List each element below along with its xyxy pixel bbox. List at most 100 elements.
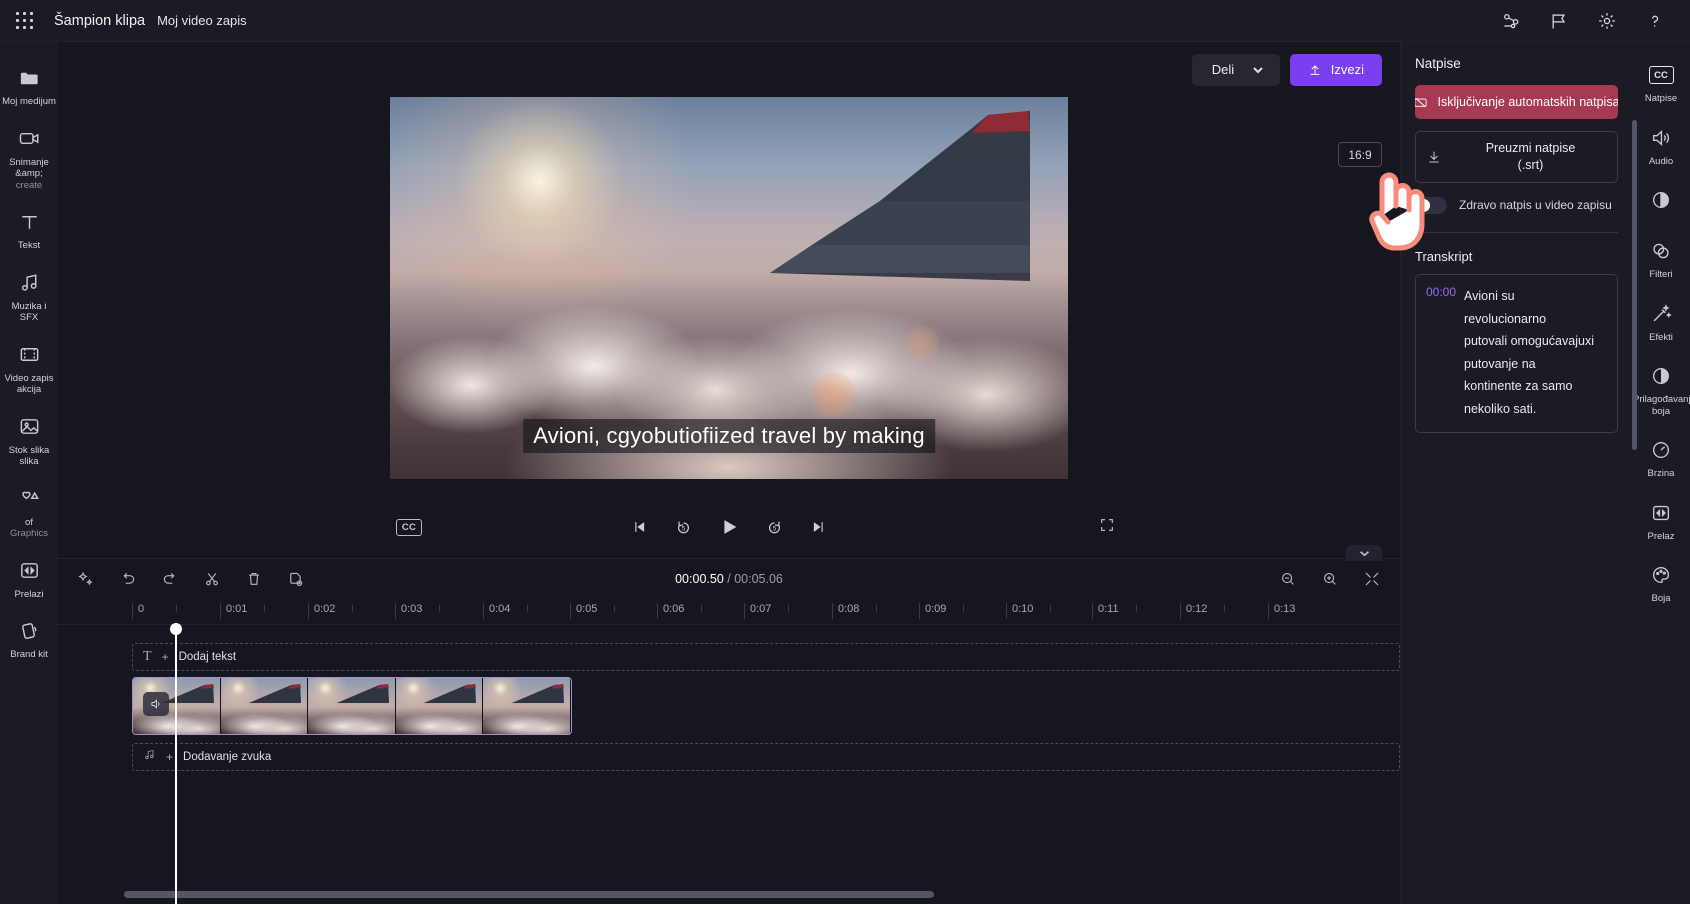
sidebar-item-text[interactable]: Tekst bbox=[0, 200, 58, 261]
transcript-timestamp: 00:00 bbox=[1426, 285, 1457, 299]
feedback-flag-icon[interactable] bbox=[1548, 10, 1570, 32]
ruler-subtick bbox=[788, 605, 789, 612]
skip-to-end-icon[interactable] bbox=[809, 518, 827, 536]
plus-icon: + bbox=[166, 750, 174, 764]
ruler-subtick bbox=[963, 605, 964, 612]
chevron-down-icon bbox=[1359, 550, 1369, 556]
clip-thumbnail bbox=[308, 678, 396, 734]
sidebar-item-sublabel: create bbox=[15, 179, 43, 191]
topbar-icon-group bbox=[1500, 10, 1666, 32]
sidebar-item-transitions[interactable]: Prelazi bbox=[0, 549, 58, 610]
total-time: 00:05.06 bbox=[734, 572, 783, 586]
split-scissors-icon[interactable] bbox=[202, 569, 222, 589]
cc-toggle-button[interactable]: CC bbox=[396, 518, 422, 536]
fit-to-screen-icon[interactable] bbox=[1362, 569, 1382, 589]
folder-icon bbox=[16, 65, 42, 91]
ruler-subtick bbox=[352, 605, 353, 612]
share-button[interactable]: Deli bbox=[1191, 53, 1280, 86]
video-clip[interactable] bbox=[132, 677, 572, 735]
right-panel-scrollbar[interactable] bbox=[1632, 120, 1637, 450]
zoom-out-icon[interactable] bbox=[1278, 569, 1298, 589]
sidebar-item-label: Snimanje &amp; bbox=[9, 156, 49, 180]
sidebar-item-sublabel: slika bbox=[19, 456, 39, 467]
rewind-5s-icon[interactable]: 5 bbox=[674, 518, 693, 537]
ruler-tick: 0:11 bbox=[1092, 603, 1119, 619]
transcript-line: Avioni su bbox=[1464, 289, 1515, 303]
rightrail-item-color[interactable]: Boja bbox=[1632, 552, 1690, 615]
sidebar-item-label: Muzika i SFX bbox=[11, 300, 47, 324]
filters-overlap-icon bbox=[1648, 238, 1674, 264]
rightrail-item-transition[interactable]: Prelaz bbox=[1632, 490, 1690, 553]
transition-icon bbox=[16, 558, 42, 584]
rightrail-item-fade[interactable] bbox=[1632, 177, 1690, 228]
sidebar-item-video-actions[interactable]: Video zapis akcija bbox=[0, 333, 58, 405]
fullscreen-icon[interactable] bbox=[1099, 517, 1115, 538]
sidebar-item-graphics[interactable]: of Graphics bbox=[0, 477, 58, 549]
clip-thumbnail bbox=[220, 678, 309, 734]
forward-5s-icon[interactable]: 5 bbox=[765, 518, 784, 537]
sidebar-item-music-sfx[interactable]: Muzika i SFX bbox=[0, 261, 58, 333]
svg-text:5: 5 bbox=[773, 525, 777, 532]
cc-icon: CC bbox=[1648, 62, 1674, 88]
text-track-placeholder[interactable]: T + Dodaj tekst bbox=[132, 643, 1400, 671]
delete-trash-icon[interactable] bbox=[244, 569, 264, 589]
clip-audio-icon[interactable] bbox=[143, 692, 169, 716]
help-icon[interactable] bbox=[1644, 10, 1666, 32]
sidebar-item-label: of bbox=[25, 516, 33, 528]
rightrail-item-captions[interactable]: CC Natpise bbox=[1632, 52, 1690, 115]
captions-panel: Natpise Isključivanje automatskih natpis… bbox=[1400, 42, 1632, 904]
sidebar-item-record-create[interactable]: Snimanje &amp; create bbox=[0, 117, 58, 201]
burn-captions-toggle-row[interactable]: Zdravo natpis u video zapisu bbox=[1415, 197, 1618, 214]
sidebar-item-my-media[interactable]: Moj medijum bbox=[0, 56, 58, 117]
film-strip-icon bbox=[16, 342, 42, 368]
timeline-ruler[interactable]: 0 0:01 0:02 0:03 0:04 0:05 0:06 0:07 0:0… bbox=[58, 599, 1400, 625]
waffle-icon[interactable] bbox=[14, 10, 36, 32]
sidebar-item-brand-kit[interactable]: Brand kit bbox=[0, 609, 58, 670]
right-sidebar: CC Natpise Audio Filteri Efekti Prilagođ… bbox=[1632, 42, 1690, 904]
sidebar-item-label: Stok slika bbox=[8, 444, 50, 456]
rightrail-item-speed[interactable]: Brzina bbox=[1632, 427, 1690, 490]
contrast-circle-icon bbox=[1648, 187, 1674, 213]
undo-icon[interactable] bbox=[118, 569, 138, 589]
ruler-tick: 0:13 bbox=[1268, 603, 1295, 619]
timeline-tools bbox=[76, 569, 306, 589]
transcript-line: putovali omogućavajuxi bbox=[1464, 334, 1594, 348]
music-note-icon bbox=[16, 270, 42, 296]
transcript-line: kontinente za samo bbox=[1464, 379, 1573, 393]
zoom-in-icon[interactable] bbox=[1320, 569, 1340, 589]
play-icon[interactable] bbox=[718, 516, 740, 538]
ruler-subtick bbox=[614, 605, 615, 612]
sidebar-item-stock-images[interactable]: Stok slika slika bbox=[0, 405, 58, 477]
video-preview[interactable]: Avioni, cgyobutiofiized travel by making bbox=[390, 97, 1068, 479]
rightrail-item-audio[interactable]: Audio bbox=[1632, 115, 1690, 178]
sidebar-item-label: Brand kit bbox=[10, 649, 48, 660]
duplicate-icon[interactable] bbox=[286, 569, 306, 589]
settings-gear-icon[interactable] bbox=[1596, 10, 1618, 32]
rightrail-item-filters[interactable]: Filteri bbox=[1632, 228, 1690, 291]
ruler-tick: 0:06 bbox=[657, 603, 684, 619]
connection-icon[interactable] bbox=[1500, 10, 1522, 32]
skip-to-start-icon[interactable] bbox=[631, 518, 649, 536]
rightrail-item-effects[interactable]: Efekti bbox=[1632, 291, 1690, 354]
timeline-scrollbar[interactable] bbox=[124, 891, 934, 898]
burn-captions-toggle[interactable] bbox=[1415, 197, 1447, 214]
timeline: 00:00.50 / 00:05.06 0 0:01 0:02 0:03 0:0… bbox=[58, 545, 1400, 904]
ruler-tick: 0:08 bbox=[832, 603, 859, 619]
download-captions-button[interactable]: Preuzmi natpise (.srt) bbox=[1415, 131, 1618, 183]
rightrail-item-label: Prilagođavanje bbox=[1633, 394, 1690, 405]
page-title: Šampion klipa bbox=[54, 12, 146, 29]
disable-auto-captions-button[interactable]: Isključivanje automatskih natpisa bbox=[1415, 85, 1618, 119]
ruler-tick: 0:02 bbox=[308, 603, 335, 619]
magic-wand-icon[interactable] bbox=[76, 569, 96, 589]
audio-track-placeholder[interactable]: + Dodavanje zvuka bbox=[132, 743, 1400, 771]
ruler-tick: 0:09 bbox=[919, 603, 946, 619]
rightrail-item-color-adjust[interactable]: Prilagođavanje boja bbox=[1632, 353, 1690, 427]
playhead[interactable] bbox=[170, 623, 182, 904]
project-name[interactable]: Moj video zapis bbox=[157, 13, 247, 28]
transcript-box[interactable]: 00:00 Avioni su revolucionarno putovali … bbox=[1415, 274, 1618, 433]
ruler-subtick bbox=[701, 605, 702, 612]
export-button[interactable]: Izvezi bbox=[1289, 53, 1382, 86]
playhead-knob[interactable] bbox=[170, 623, 182, 635]
redo-icon[interactable] bbox=[160, 569, 180, 589]
ruler-subtick bbox=[876, 605, 877, 612]
